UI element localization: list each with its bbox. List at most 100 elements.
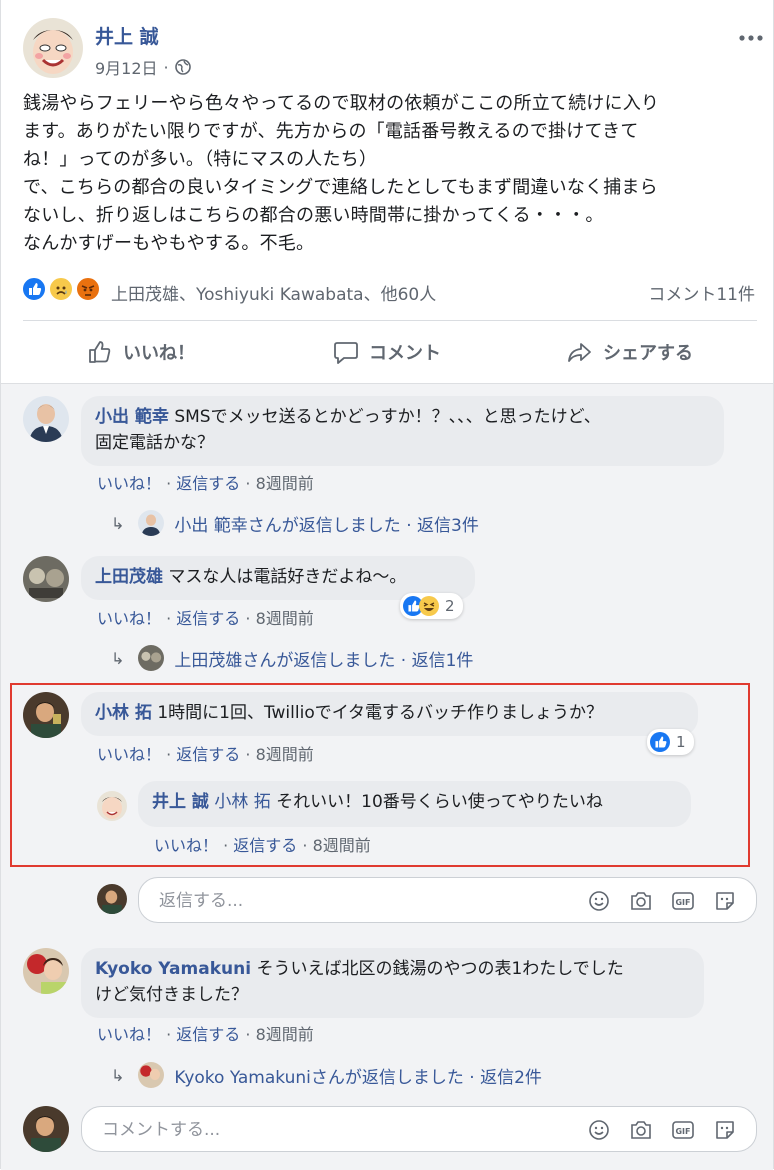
reply-mention[interactable]: 小林 拓 xyxy=(214,792,270,812)
comment-button[interactable]: コメント xyxy=(333,321,441,383)
sticker-icon[interactable] xyxy=(712,888,738,914)
post-line: ないし、折り返しはこちらの都合の悪い時間帯に掛かってくる・・・。 xyxy=(23,205,604,226)
comment-author[interactable]: Kyoko Yamakuni xyxy=(95,959,251,979)
comment-time[interactable]: 8週間前 xyxy=(256,1025,314,1044)
comment-actions: いいね！ · 返信する · 8週間前 xyxy=(97,745,314,764)
comment-author[interactable]: 上田茂雄 xyxy=(95,567,163,587)
comment-reaction-count[interactable]: 1 xyxy=(647,729,694,755)
reply-author-avatar[interactable] xyxy=(97,791,127,821)
comment-reply-link[interactable]: 返信する xyxy=(176,745,240,764)
comment-input-box: GIF xyxy=(81,1106,757,1153)
comment-reaction-count[interactable]: 2 xyxy=(400,593,463,619)
current-user-avatar xyxy=(23,1106,69,1152)
reply-arrow-icon: ↳ xyxy=(111,1065,125,1085)
angry-reaction-icon xyxy=(75,276,101,302)
comment-icon xyxy=(334,342,358,364)
reply-input-icons: GIF xyxy=(586,888,738,914)
thumbs-up-icon xyxy=(89,341,111,363)
commenter-avatar[interactable] xyxy=(23,948,69,994)
reply-arrow-icon: ↳ xyxy=(111,513,125,533)
camera-icon[interactable] xyxy=(628,1117,654,1143)
commenter-avatar[interactable] xyxy=(23,556,69,602)
commenter-avatar[interactable] xyxy=(23,692,69,738)
reaction-count-number: 1 xyxy=(676,733,686,751)
reply-time[interactable]: 8週間前 xyxy=(313,836,371,855)
reply-avatar xyxy=(138,1062,165,1088)
gif-icon[interactable]: GIF xyxy=(670,1117,696,1143)
comment-bubble: Kyoko Yamakuni そういえば北区の銭湯のやつの表1わたしでした けど… xyxy=(81,948,704,1018)
action-bar: いいね！ コメント シェアする xyxy=(23,320,757,383)
comment-actions: いいね！ · 返信する · 8週間前 xyxy=(97,609,314,628)
reply-input[interactable] xyxy=(157,878,541,924)
current-user-avatar xyxy=(97,884,127,914)
more-options-icon[interactable] xyxy=(738,28,764,47)
post-line: ね！」ってのが多い。（特にマスの人たち） xyxy=(23,149,378,170)
like-reaction-icon xyxy=(21,276,47,302)
reply-actions: いいね！ · 返信する · 8週間前 xyxy=(154,836,371,855)
post-line: で、こちらの都合の良いタイミングで連絡したとしてもまず間違いなく捕まら xyxy=(23,177,658,198)
like-button-label: いいね！ xyxy=(123,343,195,364)
emoji-icon[interactable] xyxy=(586,1117,612,1143)
comment-count[interactable]: コメント11件 xyxy=(648,280,755,305)
sticker-icon[interactable] xyxy=(712,1117,738,1143)
view-replies-text: 上田茂雄さんが返信しました · 返信1件 xyxy=(174,650,474,671)
post-author-avatar[interactable] xyxy=(23,18,83,78)
share-button-label: シェアする xyxy=(603,343,693,364)
comment-author[interactable]: 小林 拓 xyxy=(95,703,152,723)
globe-icon xyxy=(174,59,191,75)
reply-input-box: GIF xyxy=(138,877,757,924)
comment-text: そういえば北区の銭湯のやつの表1わたしでした xyxy=(256,959,624,979)
like-reaction-icon xyxy=(650,732,670,752)
comment-time[interactable]: 8週間前 xyxy=(256,745,314,764)
comment-reply-link[interactable]: 返信する xyxy=(176,1025,240,1044)
share-icon xyxy=(568,343,591,362)
comment-text: けど気付きました？ xyxy=(95,985,248,1005)
haha-reaction-icon xyxy=(419,596,439,616)
reply-bubble: 井上 誠 小林 拓 それいい！10番号くらい使ってやりたいね xyxy=(138,781,691,827)
comment-like-link[interactable]: いいね！ xyxy=(97,745,161,764)
reaction-summary[interactable]: 上田茂雄、Yoshiyuki Kawabata、他60人 xyxy=(21,276,521,306)
post-line: なんかすげーもやもやする。不毛。 xyxy=(23,233,315,254)
reply-avatar xyxy=(138,645,165,671)
reply-author[interactable]: 井上 誠 xyxy=(152,792,209,812)
comment-input[interactable] xyxy=(100,1107,484,1153)
view-replies-text: Kyoko Yamakuniさんが返信しました · 返信2件 xyxy=(174,1067,542,1088)
comment-actions: いいね！ · 返信する · 8週間前 xyxy=(97,1025,314,1044)
svg-text:GIF: GIF xyxy=(675,898,690,907)
comment-like-link[interactable]: いいね！ xyxy=(97,609,161,628)
share-button[interactable]: シェアする xyxy=(567,321,693,383)
comment-like-link[interactable]: いいね！ xyxy=(97,1025,161,1044)
comment-like-link[interactable]: いいね！ xyxy=(97,474,161,493)
comment-text: マスな人は電話好きだよね〜。 xyxy=(168,567,407,587)
post-line: 銭湯やらフェリーやら色々やってるので取材の依頼がここの所立て続けに入り xyxy=(23,93,660,114)
post-line: ます。ありがたい限りですが、先方からの「電話番号教えるので掛けてきて xyxy=(23,121,639,142)
emoji-icon[interactable] xyxy=(586,888,612,914)
comment-reply-link[interactable]: 返信する xyxy=(176,609,240,628)
post-date[interactable]: 9月12日 xyxy=(95,55,158,79)
comment-bubble: 小林 拓 1時間に1回、Twillioでイタ電するバッチ作りましょうか？ xyxy=(81,692,698,736)
sad-reaction-icon xyxy=(48,276,74,302)
comment-time[interactable]: 8週間前 xyxy=(256,609,314,628)
reactions-text[interactable]: 上田茂雄、Yoshiyuki Kawabata、他60人 xyxy=(111,280,436,305)
comment-text: 1時間に1回、Twillioでイタ電するバッチ作りましょうか？ xyxy=(157,703,604,723)
reply-like-link[interactable]: いいね！ xyxy=(154,836,218,855)
view-replies[interactable]: ↳ 小出 範幸さんが返信しました · 返信3件 xyxy=(111,510,479,536)
view-replies-text: 小出 範幸さんが返信しました · 返信3件 xyxy=(174,515,479,536)
comment-reply-link[interactable]: 返信する xyxy=(176,474,240,493)
reply-arrow-icon: ↳ xyxy=(111,648,125,668)
comment-author[interactable]: 小出 範幸 xyxy=(95,407,169,427)
like-button[interactable]: いいね！ xyxy=(87,321,195,383)
post-author-name[interactable]: 井上 誠 xyxy=(95,22,159,49)
reply-reply-link[interactable]: 返信する xyxy=(233,836,297,855)
camera-icon[interactable] xyxy=(628,888,654,914)
reaction-count-number: 2 xyxy=(445,597,455,615)
comment-time[interactable]: 8週間前 xyxy=(256,474,314,493)
view-replies[interactable]: ↳ 上田茂雄さんが返信しました · 返信1件 xyxy=(111,645,473,671)
comment-input-icons: GIF xyxy=(586,1117,738,1143)
comment-button-label: コメント xyxy=(369,343,441,364)
view-replies[interactable]: ↳ Kyoko Yamakuniさんが返信しました · 返信2件 xyxy=(111,1062,542,1088)
comment-bubble: 小出 範幸 SMSでメッセ送るとかどっすか！？、、、と思ったけど、 固定電話かな… xyxy=(81,396,724,466)
post-card: 井上 誠 9月12日 · 銭湯やらフェリーやら色々やってるので取材の依頼がここの… xyxy=(0,0,774,1170)
commenter-avatar[interactable] xyxy=(23,396,69,442)
gif-icon[interactable]: GIF xyxy=(670,888,696,914)
